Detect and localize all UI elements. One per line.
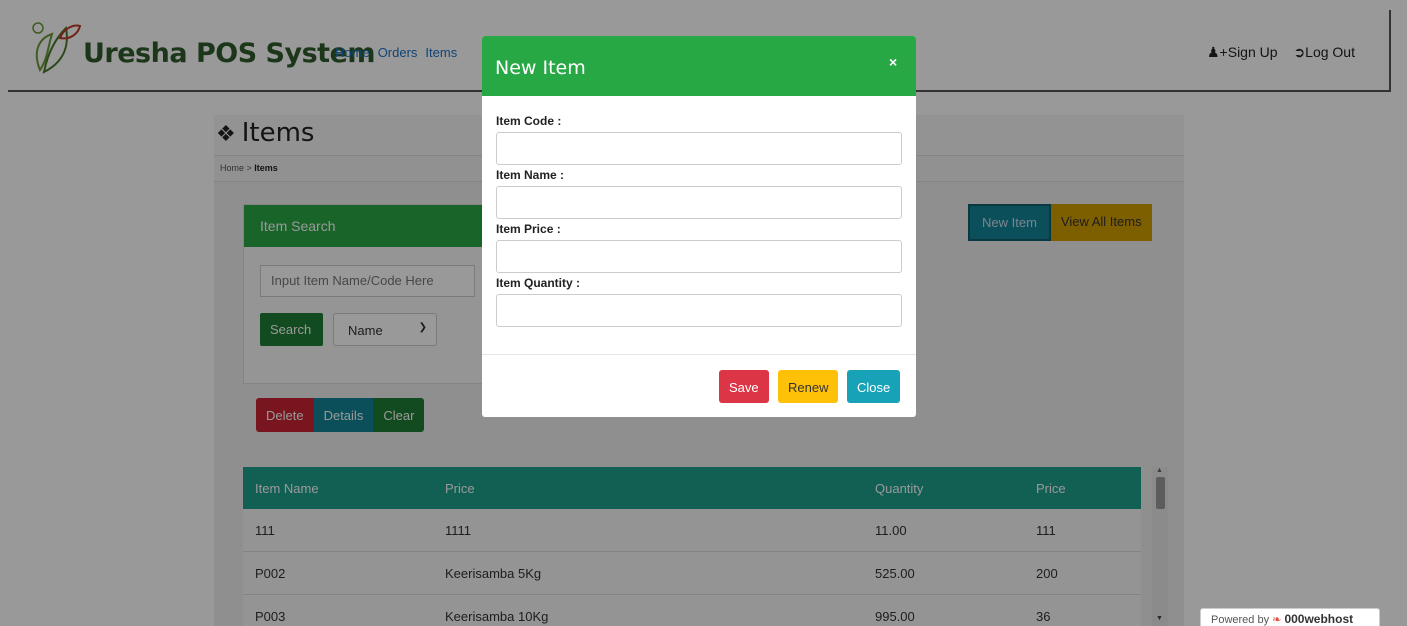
new-item-modal: New Item × Item Code : Item Name : Item …: [482, 36, 916, 417]
item-quantity-label: Item Quantity :: [496, 276, 581, 290]
modal-title: New Item: [495, 57, 586, 79]
modal-header: New Item ×: [482, 36, 916, 96]
item-price-label: Item Price :: [496, 222, 561, 236]
item-quantity-input[interactable]: [496, 294, 902, 327]
item-price-input[interactable]: [496, 240, 902, 273]
webhost-logo-icon: ❧: [1272, 614, 1282, 626]
item-name-input[interactable]: [496, 186, 902, 219]
item-code-label: Item Code :: [496, 114, 562, 128]
item-code-input[interactable]: [496, 132, 902, 165]
close-button[interactable]: Close: [847, 370, 901, 403]
close-icon[interactable]: ×: [889, 54, 897, 70]
renew-button[interactable]: Renew: [778, 370, 839, 403]
save-button[interactable]: Save: [719, 370, 769, 403]
item-name-label: Item Name :: [496, 168, 565, 182]
modal-footer-divider: [482, 354, 916, 355]
powered-by-badge[interactable]: Powered by ❧ 000webhost: [1200, 608, 1380, 626]
